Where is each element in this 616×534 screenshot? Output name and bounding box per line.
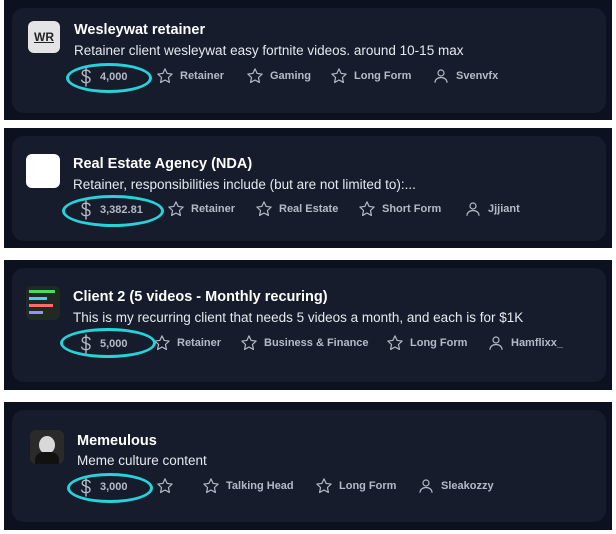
thumbnail-initials: WR: [34, 30, 54, 44]
job-description: Retainer, responsibilities include (but …: [73, 177, 416, 192]
job-title[interactable]: Client 2 (5 videos - Monthly recuring): [73, 289, 328, 305]
job-description: Meme culture content: [77, 453, 207, 468]
user-icon: [432, 67, 450, 85]
star-icon: [240, 334, 258, 352]
tag-format[interactable]: Short Form: [358, 200, 441, 218]
client-thumbnail: [26, 286, 60, 320]
tag-label: Talking Head: [226, 480, 294, 492]
star-icon: [330, 67, 348, 85]
tag-label: Real Estate: [279, 203, 339, 215]
tag-label: Business & Finance: [264, 337, 369, 349]
username: Jjjiant: [488, 203, 520, 215]
star-icon: [156, 477, 174, 495]
tag-label: Retainer: [191, 203, 236, 215]
star-icon: [167, 200, 185, 218]
tag-label: Long Form: [339, 480, 397, 492]
client-thumbnail: WR: [28, 21, 60, 53]
job-card[interactable]: Memeulous Meme culture content 3,000 Tal…: [12, 410, 606, 522]
tag-category[interactable]: Gaming: [246, 67, 311, 85]
star-icon: [358, 200, 376, 218]
thumbnail-graphic: [29, 304, 53, 307]
panel-1: WR Wesleywat retainer Retainer client we…: [4, 0, 612, 120]
star-icon: [202, 477, 220, 495]
tag-format[interactable]: Long Form: [315, 477, 396, 495]
tag-format[interactable]: Long Form: [330, 67, 411, 85]
highlight-circle: [67, 473, 153, 503]
job-title[interactable]: Wesleywat retainer: [74, 22, 205, 38]
client-thumbnail: [30, 430, 64, 464]
client-thumbnail: [26, 154, 60, 188]
highlight-circle: [66, 63, 152, 93]
user-item[interactable]: Hamflixx_: [487, 334, 563, 352]
tag-format[interactable]: Long Form: [386, 334, 467, 352]
tag-label: Gaming: [270, 70, 311, 82]
tag-retainer[interactable]: Retainer: [156, 67, 224, 85]
job-card[interactable]: WR Wesleywat retainer Retainer client we…: [12, 8, 606, 113]
thumbnail-graphic: [29, 297, 47, 300]
user-item[interactable]: Sleakozzy: [417, 477, 494, 495]
user-item[interactable]: Jjjiant: [464, 200, 520, 218]
highlight-circle: [62, 195, 164, 227]
tag-label: Short Form: [382, 203, 442, 215]
star-icon: [386, 334, 404, 352]
tag-retainer[interactable]: Retainer: [153, 334, 221, 352]
job-description: Retainer client wesleywat easy fortnite …: [74, 43, 464, 58]
username: Svenvfx: [456, 70, 499, 82]
username: Hamflixx_: [511, 337, 563, 349]
panel-4: Memeulous Meme culture content 3,000 Tal…: [4, 402, 612, 530]
username: Sleakozzy: [441, 480, 494, 492]
tag-retainer[interactable]: Retainer: [167, 200, 235, 218]
thumbnail-graphic: [29, 290, 55, 293]
star-icon: [255, 200, 273, 218]
panel-3: Client 2 (5 videos - Monthly recuring) T…: [4, 260, 612, 390]
job-title[interactable]: Memeulous: [77, 433, 157, 449]
user-icon: [487, 334, 505, 352]
panel-2: Real Estate Agency (NDA) Retainer, respo…: [4, 128, 612, 248]
user-icon: [464, 200, 482, 218]
star-icon: [246, 67, 264, 85]
tag-label: Retainer: [180, 70, 225, 82]
user-icon: [417, 477, 435, 495]
tag-category[interactable]: Business & Finance: [240, 334, 369, 352]
tag-empty[interactable]: [156, 477, 174, 495]
tag-category[interactable]: Real Estate: [255, 200, 338, 218]
star-icon: [156, 67, 174, 85]
highlight-circle: [60, 328, 156, 358]
job-title[interactable]: Real Estate Agency (NDA): [73, 156, 252, 172]
job-card[interactable]: Client 2 (5 videos - Monthly recuring) T…: [12, 268, 606, 382]
tag-label: Long Form: [410, 337, 468, 349]
tag-label: Long Form: [354, 70, 412, 82]
star-icon: [315, 477, 333, 495]
job-description: This is my recurring client that needs 5…: [73, 310, 524, 325]
tag-category[interactable]: Talking Head: [202, 477, 294, 495]
thumbnail-graphic: [29, 311, 43, 314]
tag-label: Retainer: [177, 337, 222, 349]
user-item[interactable]: Svenvfx: [432, 67, 498, 85]
thumbnail-graphic: [35, 452, 59, 464]
